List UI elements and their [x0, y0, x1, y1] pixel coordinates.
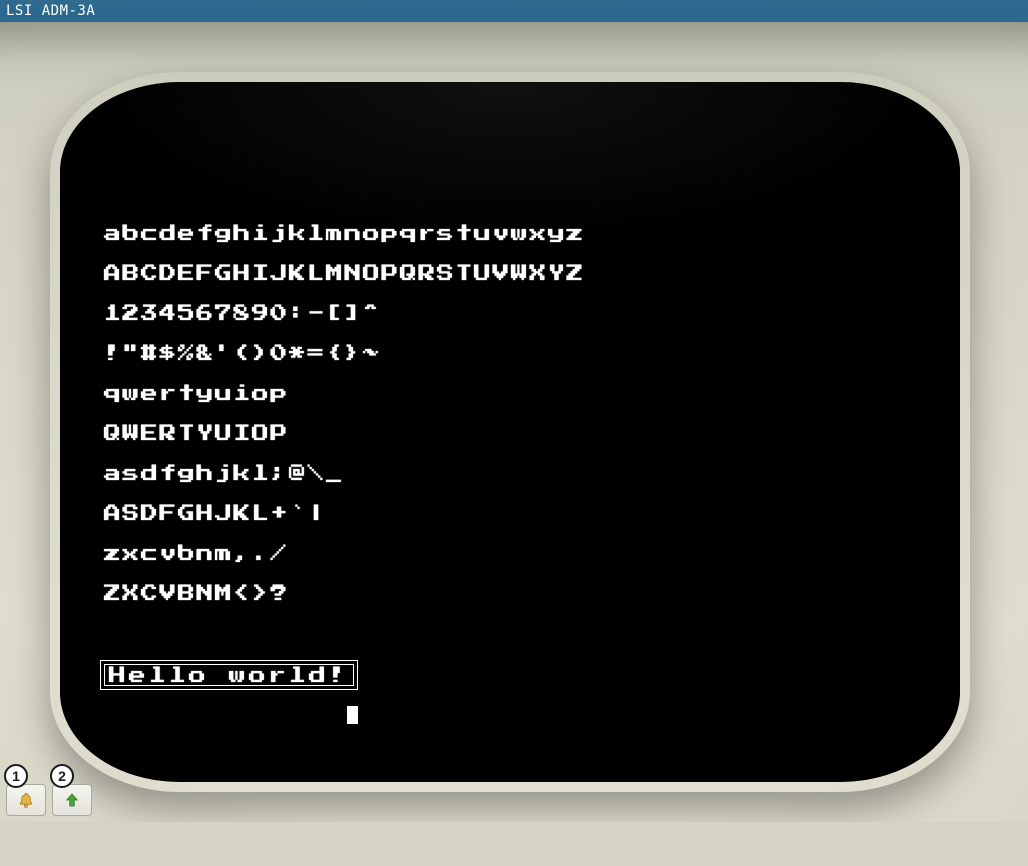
terminal-line: asdfghjkl;@\_	[104, 464, 916, 484]
window-titlebar[interactable]: LSI ADM-3A	[0, 0, 1028, 22]
upload-button[interactable]	[52, 784, 92, 816]
crt-wrap: abcdefghijklmnopqrstuvwxyz ABCDEFGHIJKLM…	[60, 82, 960, 782]
terminal-line: !"#$%&'()0*={}~	[104, 344, 916, 364]
terminal-box-row: Hello world!	[104, 664, 916, 684]
badge-2: 2	[50, 764, 74, 788]
toolbar-slot-1: 1	[6, 784, 46, 816]
terminal-line: zxcvbnm,./	[104, 544, 916, 564]
bell-icon	[17, 791, 35, 809]
bell-button[interactable]	[6, 784, 46, 816]
terminal-line: ABCDEFGHIJKLMNOPQRSTUVWXYZ	[104, 264, 916, 284]
terminal-line: ZXCVBNM<>?	[104, 584, 916, 604]
cursor-block-icon	[347, 706, 358, 724]
terminal-cursor-line	[104, 704, 916, 724]
bottom-toolbar: 1 2	[6, 784, 92, 816]
arrow-up-icon	[63, 791, 81, 809]
toolbar-slot-2: 2	[52, 784, 92, 816]
badge-1: 1	[4, 764, 28, 788]
terminal-blank-line	[104, 624, 916, 644]
terminal-line: QWERTYUIOP	[104, 424, 916, 444]
boxed-message: Hello world!	[104, 664, 354, 686]
terminal-content: abcdefghijklmnopqrstuvwxyz ABCDEFGHIJKLM…	[104, 204, 916, 742]
terminal-line: abcdefghijklmnopqrstuvwxyz	[104, 224, 916, 244]
crt-screen[interactable]: abcdefghijklmnopqrstuvwxyz ABCDEFGHIJKLM…	[60, 82, 960, 782]
monitor-bezel: abcdefghijklmnopqrstuvwxyz ABCDEFGHIJKLM…	[0, 22, 1028, 822]
terminal-line: 1234567890:-[]^	[104, 304, 916, 324]
terminal-line: qwertyuiop	[104, 384, 916, 404]
window-title: LSI ADM-3A	[6, 3, 95, 19]
terminal-line: ASDFGHJKL+`|	[104, 504, 916, 524]
